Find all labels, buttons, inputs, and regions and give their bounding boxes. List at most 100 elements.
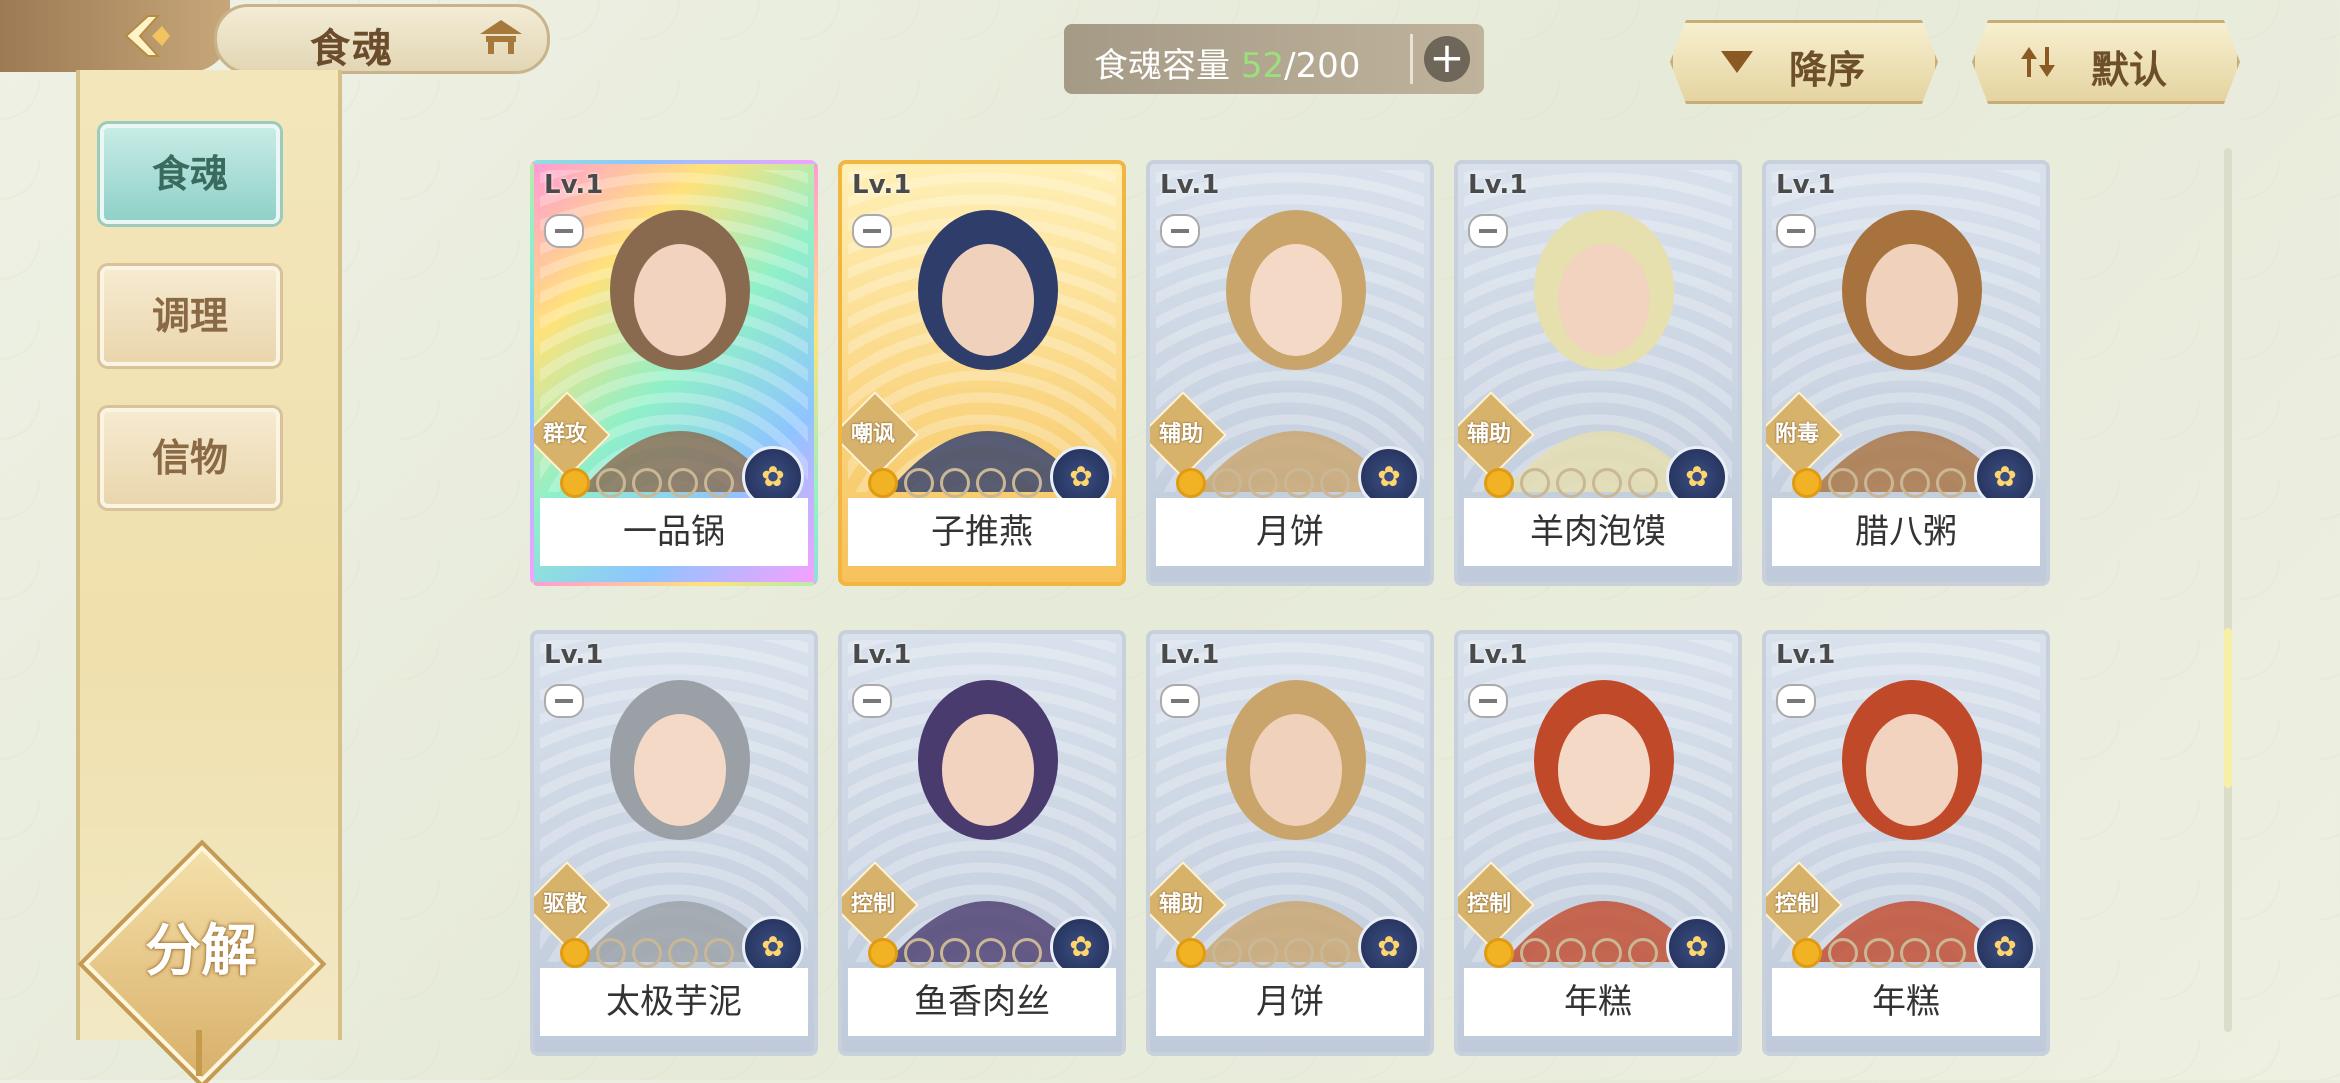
- flame-star-icon: [1176, 938, 1206, 968]
- role-label: 控制: [850, 892, 895, 917]
- lock-toggle-icon[interactable]: [1776, 214, 1816, 248]
- role-label: 附毒: [1774, 422, 1819, 447]
- role-label: 控制: [1466, 892, 1511, 917]
- character-name: 羊肉泡馍: [1464, 498, 1732, 566]
- flame-star-icon: [1556, 938, 1586, 968]
- food-soul-card[interactable]: Lv.1 辅助 ✿ 月饼: [1146, 630, 1434, 1056]
- lock-toggle-icon[interactable]: [1468, 214, 1508, 248]
- food-soul-grid: Lv.1 群攻 ✿ 一品锅 Lv.1 嘲讽 ✿ 子推燕 Lv.1 辅助 ✿ 月饼 Lv.1 辅助 ✿ 羊肉泡馍…: [530, 160, 2050, 1056]
- food-soul-card[interactable]: Lv.1 嘲讽 ✿ 子推燕: [838, 160, 1126, 586]
- sidebar-item-food-soul[interactable]: 食魂: [100, 124, 280, 224]
- flame-star-icon: [1320, 938, 1350, 968]
- flame-star-icon: [560, 468, 590, 498]
- lock-toggle-icon[interactable]: [544, 684, 584, 718]
- star-rating: [1484, 468, 1658, 498]
- star-rating: [868, 938, 1042, 968]
- sort-default-button[interactable]: 默认: [1972, 20, 2240, 104]
- character-name: 子推燕: [848, 498, 1116, 566]
- flame-star-icon: [904, 468, 934, 498]
- food-soul-card[interactable]: Lv.1 驱散 ✿ 太极芋泥: [530, 630, 818, 1056]
- flame-star-icon: [940, 468, 970, 498]
- level-label: Lv.1: [1160, 170, 1220, 200]
- flame-star-icon: [976, 938, 1006, 968]
- role-label: 辅助: [1466, 422, 1511, 447]
- pavilion-home-icon[interactable]: [478, 18, 524, 56]
- flame-star-icon: [668, 468, 698, 498]
- lock-toggle-icon[interactable]: [544, 214, 584, 248]
- page-title: 食魂: [310, 26, 394, 72]
- star-rating: [1176, 468, 1350, 498]
- flame-star-icon: [704, 938, 734, 968]
- food-soul-card[interactable]: Lv.1 群攻 ✿ 一品锅: [530, 160, 818, 586]
- role-label: 辅助: [1158, 892, 1203, 917]
- flame-star-icon: [632, 938, 662, 968]
- character-name: 年糕: [1464, 968, 1732, 1036]
- star-rating: [1792, 468, 1966, 498]
- flame-star-icon: [1556, 468, 1586, 498]
- flame-star-icon: [1864, 468, 1894, 498]
- add-capacity-button[interactable]: +: [1424, 36, 1470, 82]
- flame-star-icon: [632, 468, 662, 498]
- flame-star-icon: [1592, 938, 1622, 968]
- lock-toggle-icon[interactable]: [1468, 684, 1508, 718]
- sort-order-button[interactable]: 降序: [1670, 20, 1938, 104]
- capacity-total: /200: [1284, 46, 1361, 86]
- flame-star-icon: [1284, 938, 1314, 968]
- food-soul-card[interactable]: Lv.1 附毒 ✿ 腊八粥: [1762, 160, 2050, 586]
- lock-toggle-icon[interactable]: [852, 214, 892, 248]
- level-label: Lv.1: [1776, 640, 1836, 670]
- level-label: Lv.1: [544, 170, 604, 200]
- tassel-decoration: [196, 1030, 202, 1076]
- lock-toggle-icon[interactable]: [852, 684, 892, 718]
- role-label: 控制: [1774, 892, 1819, 917]
- level-label: Lv.1: [544, 640, 604, 670]
- flame-star-icon: [1936, 468, 1966, 498]
- flame-star-icon: [1212, 468, 1242, 498]
- flame-star-icon: [1828, 938, 1858, 968]
- food-soul-card[interactable]: Lv.1 控制 ✿ 年糕: [1454, 630, 1742, 1056]
- lock-toggle-icon[interactable]: [1160, 684, 1200, 718]
- scrollbar-thumb[interactable]: [2224, 628, 2232, 788]
- flame-star-icon: [1900, 938, 1930, 968]
- food-soul-card[interactable]: Lv.1 控制 ✿ 年糕: [1762, 630, 2050, 1056]
- level-label: Lv.1: [1776, 170, 1836, 200]
- flame-star-icon: [1900, 468, 1930, 498]
- top-nav: 食魂: [0, 0, 550, 74]
- flame-star-icon: [1936, 938, 1966, 968]
- flame-star-icon: [1592, 468, 1622, 498]
- flame-star-icon: [1628, 938, 1658, 968]
- star-rating: [560, 468, 734, 498]
- flame-star-icon: [668, 938, 698, 968]
- lock-toggle-icon[interactable]: [1160, 214, 1200, 248]
- scrollbar[interactable]: [2224, 148, 2232, 1032]
- level-label: Lv.1: [1160, 640, 1220, 670]
- character-name: 鱼香肉丝: [848, 968, 1116, 1036]
- level-label: Lv.1: [1468, 170, 1528, 200]
- food-soul-card[interactable]: Lv.1 辅助 ✿ 月饼: [1146, 160, 1434, 586]
- lock-toggle-icon[interactable]: [1776, 684, 1816, 718]
- flame-star-icon: [596, 938, 626, 968]
- role-label: 辅助: [1158, 422, 1203, 447]
- character-name: 月饼: [1156, 498, 1424, 566]
- decompose-label: 分解: [145, 919, 257, 984]
- sort-arrows-icon: [2021, 47, 2055, 77]
- character-name: 一品锅: [540, 498, 808, 566]
- flame-star-icon: [1320, 468, 1350, 498]
- flame-star-icon: [1484, 468, 1514, 498]
- character-name: 太极芋泥: [540, 968, 808, 1036]
- role-label: 群攻: [542, 422, 587, 447]
- flame-star-icon: [1520, 468, 1550, 498]
- role-label: 驱散: [542, 892, 587, 917]
- food-soul-card[interactable]: Lv.1 控制 ✿ 鱼香肉丝: [838, 630, 1126, 1056]
- level-label: Lv.1: [852, 640, 912, 670]
- sidebar-item-cooking[interactable]: 调理: [100, 266, 280, 366]
- sidebar-item-token[interactable]: 信物: [100, 408, 280, 508]
- flame-star-icon: [1864, 938, 1894, 968]
- back-button[interactable]: [0, 0, 230, 72]
- flame-star-icon: [1248, 938, 1278, 968]
- role-label: 嘲讽: [850, 422, 895, 447]
- flame-star-icon: [1484, 938, 1514, 968]
- back-arrow-icon: [124, 15, 170, 57]
- food-soul-card[interactable]: Lv.1 辅助 ✿ 羊肉泡馍: [1454, 160, 1742, 586]
- flame-star-icon: [704, 468, 734, 498]
